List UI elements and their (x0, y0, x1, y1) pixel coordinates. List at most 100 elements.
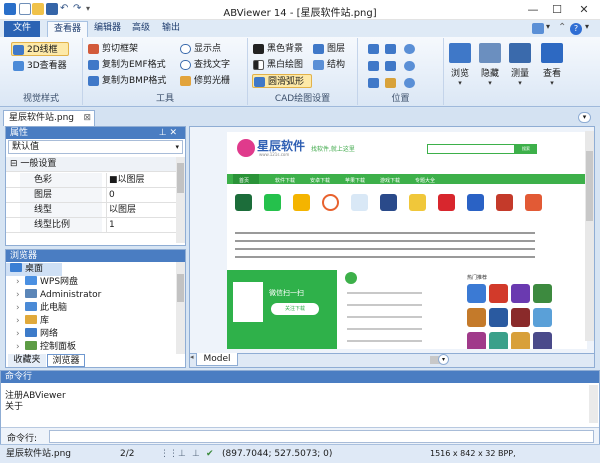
status-page: 2/2 (120, 449, 135, 459)
group-tools: 剪切框架 复制为EMF格式 复制为BMP格式 显示点 查找文字 修剪光栅 工具 (83, 38, 248, 105)
document-tab[interactable]: 星辰软件站.png ⊠ (3, 110, 95, 126)
tab-viewer[interactable]: 查看器 (47, 21, 89, 37)
tab-editor[interactable]: 编辑器 (88, 21, 127, 37)
expand-chevron-icon[interactable]: › (16, 302, 25, 315)
minimize-button[interactable]: — (523, 2, 543, 17)
site-url: www.121s.com (259, 152, 290, 157)
command-title: 命令行 (1, 371, 599, 383)
computer-icon (25, 302, 37, 311)
layout-tab-bar: ◂ ▸ Model ▾ (189, 353, 595, 368)
cut-frame-button[interactable]: 剪切框架 (87, 42, 138, 56)
property-row[interactable]: 线型比例 1 (6, 218, 176, 233)
tree-item[interactable]: › WPS网盘 (6, 276, 78, 289)
layers-icon (313, 44, 324, 54)
hide-button[interactable]: 隐藏 ▾ (476, 41, 504, 103)
maximize-button[interactable]: ☐ (547, 2, 567, 17)
expand-chevron-icon[interactable]: › (16, 289, 25, 302)
site-text-line (235, 256, 535, 258)
layers-button[interactable]: 图层 (312, 42, 345, 56)
drawing-viewer[interactable]: 星辰软件 www.121s.com 找软件,就上这里 搜索 首页 软件下载 安卓… (189, 126, 595, 354)
style-icon[interactable] (532, 23, 544, 34)
polar-icon[interactable]: ⊥ (192, 445, 200, 463)
pin-icon[interactable]: ⊥ ✕ (159, 127, 177, 139)
check-icon[interactable]: ✔ (206, 445, 214, 463)
ribbon-collapse-icon[interactable]: ⌃ (558, 22, 566, 33)
smooth-arc-button[interactable]: 圆滑弧形 (252, 74, 312, 88)
tab-list-icon[interactable]: ▾ (578, 112, 591, 123)
tree-item[interactable]: › 库 (6, 315, 49, 328)
tab-advanced[interactable]: 高级 (126, 21, 156, 37)
fit-icon[interactable] (368, 44, 379, 54)
site-text-line (347, 316, 422, 318)
property-name: 色彩 (20, 173, 102, 187)
scroll-thumb[interactable] (177, 274, 184, 302)
measure-button[interactable]: 测量 ▾ (506, 41, 534, 103)
tree-item[interactable]: › 控制面板 (6, 341, 76, 354)
copy-bmp-button[interactable]: 复制为BMP格式 (87, 74, 166, 88)
help-dropdown-icon[interactable]: ▾ (585, 22, 589, 31)
tree-item[interactable]: 桌面 (6, 263, 62, 276)
show-points-button[interactable]: 显示点 (179, 42, 221, 56)
zoom-out-icon[interactable] (404, 61, 415, 71)
site-logo-icon (237, 139, 255, 157)
command-input[interactable] (49, 430, 594, 443)
expand-chevron-icon[interactable]: › (16, 315, 25, 328)
structure-button[interactable]: 结构 (312, 58, 345, 72)
scroll-thumb[interactable] (177, 163, 184, 193)
property-value[interactable]: ■以图层 (106, 173, 145, 187)
tab-browser[interactable]: 浏览器 (47, 354, 85, 367)
browser-title: 浏览器 (6, 250, 185, 262)
ortho-icon[interactable]: ⊥ (178, 445, 186, 463)
command-panel: 命令行 注册ABViewer 关于 命令行: (0, 370, 600, 452)
property-row[interactable]: 图层 0 (6, 188, 176, 203)
property-row[interactable]: 色彩 ■以图层 (6, 173, 176, 188)
2d-wireframe-button[interactable]: 2D线框 (11, 42, 69, 56)
tree-item[interactable]: › Administrator (6, 289, 101, 302)
property-value[interactable]: 1 (106, 218, 115, 232)
close-button[interactable]: ✕ (574, 2, 594, 17)
tab-favorites[interactable]: 收藏夹 (8, 354, 46, 367)
site-nav-item: 首页 (239, 178, 250, 184)
tree-item-label: 网络 (40, 329, 59, 339)
pan-icon[interactable] (385, 44, 396, 54)
tree-item[interactable]: › 网络 (6, 328, 58, 341)
tab-output[interactable]: 输出 (156, 21, 186, 37)
help-icon[interactable]: ? (570, 23, 582, 35)
expand-chevron-icon[interactable]: › (16, 276, 25, 289)
property-value[interactable]: 以图层 (106, 203, 136, 217)
rotate-icon[interactable] (368, 78, 379, 88)
snap-grid-icon[interactable]: ⋮⋮ (160, 445, 178, 463)
tree-item[interactable]: › 此电脑 (6, 302, 67, 315)
zoom-in-icon[interactable] (404, 44, 415, 54)
property-value[interactable]: 0 (106, 188, 115, 202)
black-white-button[interactable]: 黑白绘图 (252, 58, 303, 72)
find-text-button[interactable]: 查找文字 (179, 58, 230, 72)
trim-raster-button[interactable]: 修剪光栅 (179, 74, 230, 88)
tab-model[interactable]: Model (196, 353, 238, 366)
property-row[interactable]: 线型 以图层 (6, 203, 176, 218)
command-scrollbar[interactable] (589, 385, 598, 423)
close-tab-icon[interactable]: ⊠ (83, 111, 91, 125)
zoom-realtime-icon[interactable] (404, 78, 415, 88)
properties-scrollbar[interactable] (176, 157, 185, 243)
expand-chevron-icon[interactable]: › (16, 328, 25, 341)
scroll-thumb[interactable] (586, 151, 593, 221)
tab-list-icon[interactable]: ▾ (438, 354, 449, 365)
style-dropdown[interactable]: ▾ (546, 22, 550, 31)
view-button[interactable]: 查看 ▾ (538, 41, 566, 103)
orbit-icon[interactable] (385, 78, 396, 88)
zoom-extents-icon[interactable] (385, 61, 396, 71)
app-window: ↶ ↷ ▾ ABViewer 14 - [星辰软件站.png] — ☐ ✕ 文件… (0, 0, 600, 463)
viewer-vscrollbar[interactable] (585, 131, 594, 341)
properties-dropdown[interactable]: 默认值 ▾ (8, 140, 183, 154)
browser-scrollbar[interactable] (176, 262, 185, 354)
tab-file[interactable]: 文件 (4, 21, 40, 37)
expand-chevron-icon[interactable]: › (16, 341, 25, 354)
browse-button[interactable]: 浏览 ▾ (446, 41, 474, 103)
zoom-window-icon[interactable] (368, 61, 379, 71)
copy-emf-button[interactable]: 复制为EMF格式 (87, 58, 166, 72)
3d-viewer-button[interactable]: 3D查看器 (12, 59, 67, 73)
copy-bmp-icon (88, 76, 99, 86)
black-background-button[interactable]: 黑色背景 (252, 42, 303, 56)
properties-section[interactable]: ⊟ 一般设置 (6, 157, 176, 172)
